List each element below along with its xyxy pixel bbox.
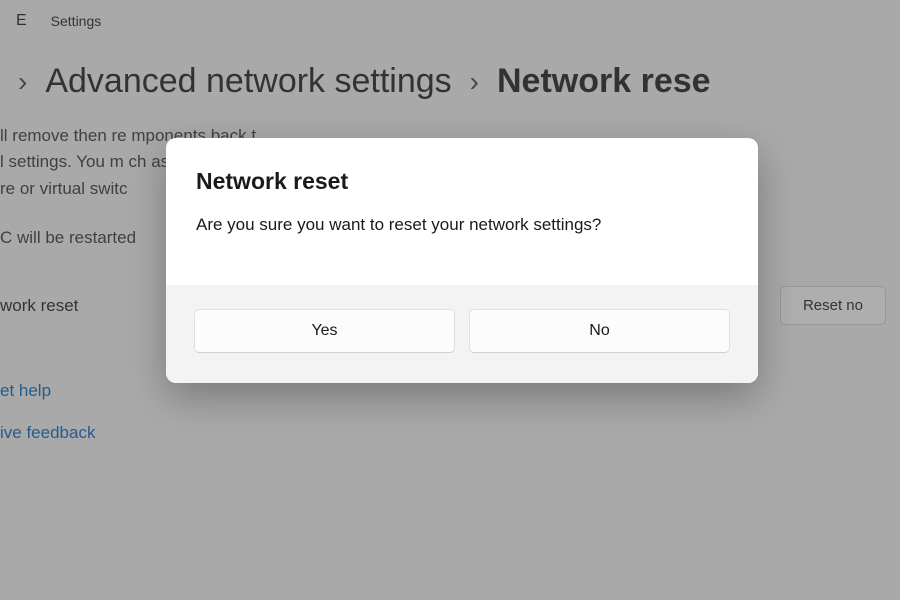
network-reset-dialog: Network reset Are you sure you want to r… (166, 138, 758, 383)
dialog-body: Network reset Are you sure you want to r… (166, 138, 758, 285)
dialog-title: Network reset (196, 168, 728, 195)
yes-button[interactable]: Yes (194, 309, 455, 353)
dialog-message: Are you sure you want to reset your netw… (196, 215, 728, 235)
dialog-actions: Yes No (166, 285, 758, 383)
no-button[interactable]: No (469, 309, 730, 353)
